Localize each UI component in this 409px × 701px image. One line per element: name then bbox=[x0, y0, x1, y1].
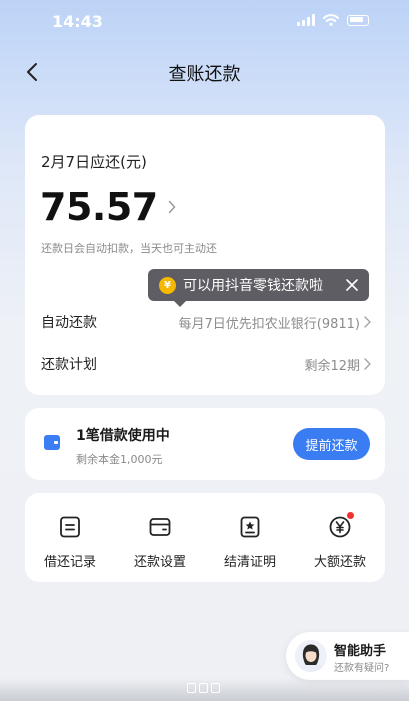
smart-assistant-button[interactable]: 智能助手 还款有疑问? bbox=[286, 632, 409, 680]
repay-plan-row[interactable]: 还款计划 剩余12期 bbox=[41, 350, 371, 378]
repay-plan-label: 还款计划 bbox=[41, 357, 97, 373]
coin-icon: ¥ bbox=[159, 276, 176, 294]
auto-repay-row[interactable]: 自动还款 每月7日优先扣农业银行(9811) bbox=[41, 308, 371, 336]
record-icon bbox=[60, 516, 80, 538]
shortcut-card: 借还记录 还款设置 结清证明 大额还款 bbox=[25, 493, 385, 582]
shortcut-label: 借还记录 bbox=[43, 555, 96, 570]
shortcut-label: 大额还款 bbox=[313, 555, 366, 570]
nav-bar: 查账还款 bbox=[0, 48, 409, 96]
tooltip-close-button[interactable] bbox=[338, 271, 366, 299]
amount-value: 75.57 bbox=[40, 185, 158, 229]
certificate-icon bbox=[240, 516, 260, 538]
repay-plan-value: 剩余12期 bbox=[304, 355, 371, 374]
page-title: 查账还款 bbox=[168, 64, 241, 85]
shortcut-certificate[interactable]: 结清证明 bbox=[205, 493, 295, 582]
loan-card: 1笔借款使用中 剩余本金1,000元 提前还款 bbox=[25, 408, 385, 480]
loan-remaining-principal: 剩余本金1,000元 bbox=[76, 453, 163, 466]
chevron-right-icon bbox=[364, 316, 371, 328]
auto-repay-label: 自动还款 bbox=[41, 315, 97, 331]
loan-wallet-icon bbox=[44, 435, 60, 450]
assistant-title: 智能助手 bbox=[334, 644, 387, 659]
due-date-label: 2月7日应还(元) bbox=[41, 153, 147, 171]
shortcut-label: 还款设置 bbox=[133, 555, 186, 570]
assistant-subtitle: 还款有疑问? bbox=[334, 663, 390, 674]
repayment-page: 14:43 查账还款 2月7日应还(元) 75.57 还款日会自动扣款，当天也可… bbox=[0, 0, 409, 701]
close-icon bbox=[346, 279, 358, 291]
battery-icon bbox=[347, 14, 369, 26]
wifi-icon bbox=[323, 14, 339, 26]
prepay-button[interactable]: 提前还款 bbox=[293, 428, 370, 460]
auto-repay-value-text: 每月7日优先扣农业银行(9811) bbox=[178, 316, 361, 332]
status-icons bbox=[297, 14, 369, 26]
status-bar: 14:43 bbox=[0, 0, 409, 44]
assistant-avatar bbox=[295, 640, 327, 672]
shortcut-settings[interactable]: 还款设置 bbox=[115, 493, 205, 582]
auto-repay-value: 每月7日优先扣农业银行(9811) bbox=[179, 313, 372, 332]
amount-due[interactable]: 75.57 bbox=[40, 185, 176, 229]
large-repay-icon-wrap bbox=[328, 512, 354, 539]
promo-tooltip: ¥ 可以用抖音零钱还款啦 bbox=[148, 269, 369, 307]
shortcut-records[interactable]: 借还记录 bbox=[25, 493, 115, 582]
loan-title: 1笔借款使用中 bbox=[76, 428, 170, 444]
wallet-icon bbox=[149, 518, 171, 536]
shortcut-label: 结清证明 bbox=[223, 555, 276, 570]
chevron-right-icon bbox=[364, 358, 371, 370]
home-indicator-icon bbox=[187, 683, 220, 693]
bill-card: 2月7日应还(元) 75.57 还款日会自动扣款，当天也可主动还 自动还款 每月… bbox=[25, 115, 385, 395]
auto-debit-note: 还款日会自动扣款，当天也可主动还 bbox=[41, 242, 217, 255]
repay-plan-value-text: 剩余12期 bbox=[304, 358, 360, 374]
status-time: 14:43 bbox=[52, 12, 103, 31]
notification-badge bbox=[347, 512, 354, 519]
tooltip-text: 可以用抖音零钱还款啦 bbox=[183, 278, 323, 294]
assistant-avatar-image bbox=[295, 640, 327, 672]
shortcut-large-repay[interactable]: 大额还款 bbox=[295, 493, 385, 582]
signal-icon bbox=[297, 14, 315, 26]
chevron-right-icon bbox=[168, 200, 176, 214]
